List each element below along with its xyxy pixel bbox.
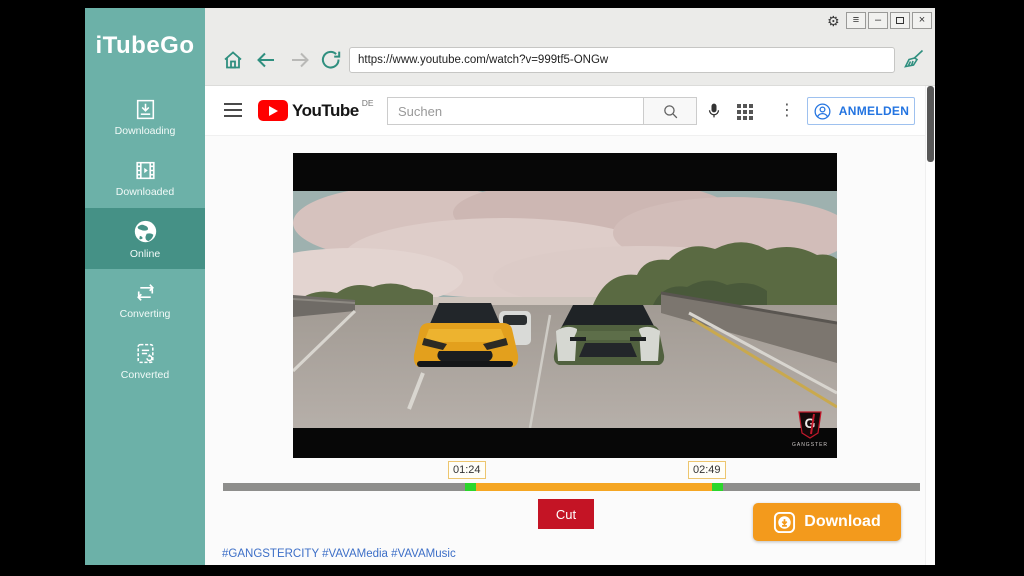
sidebar-item-downloading[interactable]: Downloading bbox=[85, 86, 205, 147]
app-window: iTubeGo Downloading Downloaded bbox=[85, 8, 935, 565]
film-strip-icon bbox=[133, 158, 158, 183]
sidebar-item-online[interactable]: Online bbox=[85, 208, 205, 269]
app-logo: iTubeGo bbox=[85, 8, 205, 60]
maximize-button[interactable] bbox=[890, 12, 910, 29]
window-menu-button[interactable]: ≡ bbox=[846, 12, 866, 29]
sidebar-item-label: Downloaded bbox=[116, 186, 174, 198]
hashtags-link[interactable]: #GANGSTERCITY #VAVAMedia #VAVAMusic bbox=[222, 548, 456, 560]
back-icon[interactable] bbox=[254, 48, 278, 72]
youtube-logo[interactable]: YouTube DE bbox=[258, 100, 374, 121]
selected-range[interactable] bbox=[476, 483, 712, 491]
search-button[interactable] bbox=[643, 97, 697, 125]
cut-button[interactable]: Cut bbox=[538, 499, 594, 529]
hamburger-icon[interactable] bbox=[224, 103, 242, 117]
globe-icon bbox=[132, 218, 159, 245]
mic-button[interactable] bbox=[705, 101, 723, 124]
settings-gear-icon[interactable]: ⚙ bbox=[821, 11, 839, 29]
video-player[interactable]: G GANGSTER bbox=[293, 153, 837, 458]
video-scene: G GANGSTER bbox=[293, 153, 837, 458]
timeline-track[interactable] bbox=[223, 483, 920, 491]
apps-grid-icon bbox=[737, 104, 753, 120]
browser-view: YouTube DE bbox=[205, 86, 935, 565]
sidebar-nav: Downloading Downloaded bbox=[85, 86, 205, 391]
watermark-label: GANGSTER bbox=[792, 442, 828, 448]
search-input[interactable] bbox=[387, 97, 643, 125]
main-area: ⚙ ≡ – × bbox=[205, 8, 935, 565]
download-tray-icon bbox=[133, 97, 158, 122]
youtube-wordmark: YouTube bbox=[292, 100, 359, 121]
clip-end-label: 02:49 bbox=[688, 461, 726, 479]
document-icon bbox=[133, 341, 158, 366]
end-handle[interactable] bbox=[712, 483, 723, 491]
sidebar-item-label: Converting bbox=[120, 308, 171, 320]
home-icon[interactable] bbox=[221, 48, 245, 72]
signin-label: ANMELDEN bbox=[839, 104, 909, 118]
scrollbar-thumb[interactable] bbox=[927, 86, 934, 162]
signin-button[interactable]: ANMELDEN bbox=[807, 97, 915, 125]
more-button[interactable]: ⋮ bbox=[779, 101, 795, 121]
close-button[interactable]: × bbox=[912, 12, 932, 29]
person-icon bbox=[813, 102, 832, 121]
search-icon bbox=[662, 103, 679, 120]
refresh-icon[interactable] bbox=[319, 48, 343, 72]
start-handle[interactable] bbox=[465, 483, 476, 491]
youtube-content: G GANGSTER 01:24 02:49 bbox=[205, 136, 935, 565]
youtube-header: YouTube DE bbox=[205, 86, 935, 136]
sidebar: iTubeGo Downloading Downloaded bbox=[85, 8, 205, 565]
screen: iTubeGo Downloading Downloaded bbox=[0, 0, 1024, 576]
minimize-button[interactable]: – bbox=[868, 12, 888, 29]
sidebar-item-downloaded[interactable]: Downloaded bbox=[85, 147, 205, 208]
titlebar: ⚙ ≡ – × bbox=[205, 8, 935, 34]
browser-scrollbar[interactable] bbox=[925, 86, 935, 565]
download-icon bbox=[773, 511, 796, 534]
maximize-icon bbox=[896, 17, 904, 24]
sidebar-item-converting[interactable]: Converting bbox=[85, 269, 205, 330]
sidebar-item-label: Downloading bbox=[115, 125, 176, 137]
youtube-play-icon bbox=[258, 100, 288, 121]
browser-toolbar bbox=[205, 34, 935, 86]
sidebar-item-converted[interactable]: Converted bbox=[85, 330, 205, 391]
download-button[interactable]: Download bbox=[753, 503, 901, 541]
broom-icon[interactable] bbox=[902, 47, 926, 71]
convert-arrows-icon bbox=[133, 280, 158, 305]
sidebar-item-label: Converted bbox=[121, 369, 169, 381]
region-label: DE bbox=[362, 98, 374, 108]
apps-button[interactable] bbox=[737, 104, 753, 120]
sidebar-item-label: Online bbox=[130, 248, 160, 260]
url-input[interactable] bbox=[349, 47, 895, 73]
download-label: Download bbox=[804, 513, 880, 531]
mic-icon bbox=[705, 101, 723, 121]
clip-start-label: 01:24 bbox=[448, 461, 486, 479]
forward-icon[interactable] bbox=[288, 48, 312, 72]
